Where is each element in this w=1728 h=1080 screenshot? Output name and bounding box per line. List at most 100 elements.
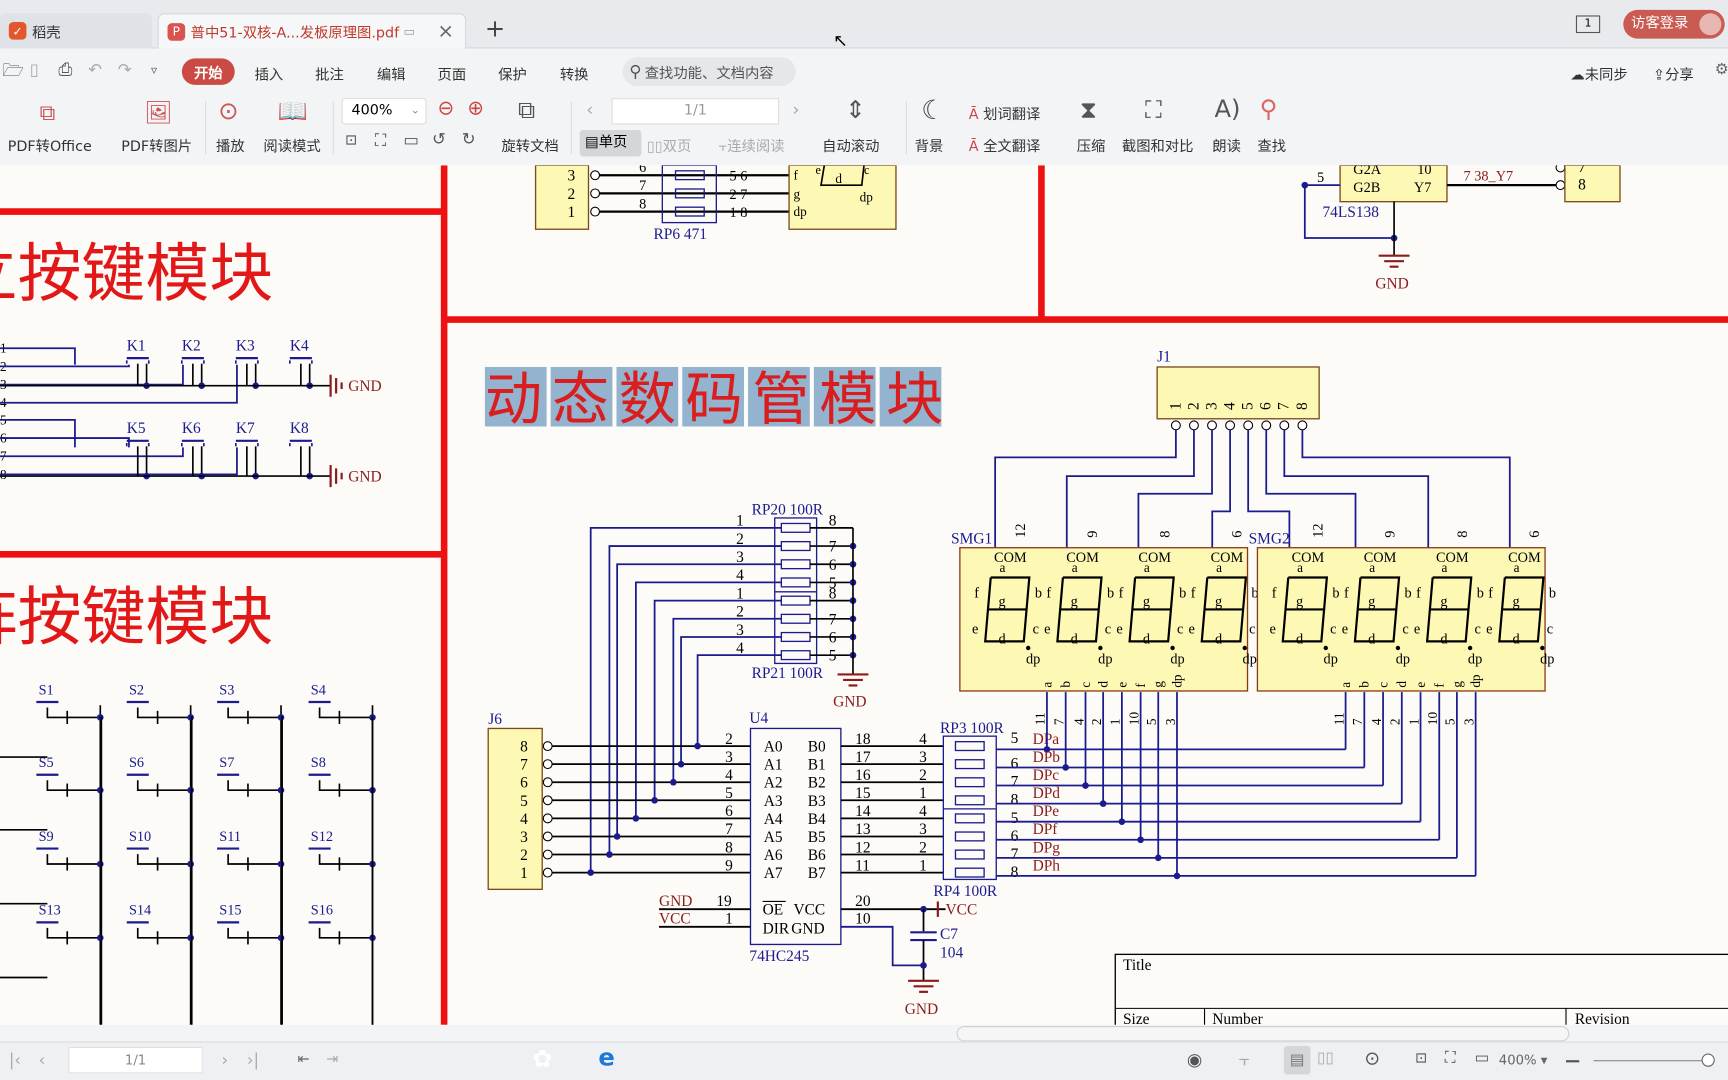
menu-start[interactable]: 开始 (181, 58, 235, 85)
forward-icon[interactable]: ⇥ (326, 1051, 338, 1068)
double-page-icon[interactable]: ▯▯ (1317, 1049, 1334, 1067)
resistor (780, 540, 811, 552)
wire (46, 927, 101, 939)
wire (46, 707, 101, 719)
first-page-icon[interactable]: |‹ (9, 1050, 21, 1070)
new-tab-button[interactable]: + (485, 15, 505, 43)
double-page-button[interactable]: ▯▯双页 (647, 134, 691, 156)
actual-size-icon[interactable]: ⊡ (1415, 1050, 1427, 1067)
single-page-label: 单页 (598, 134, 628, 151)
read-aloud-button[interactable]: 朗读 (1212, 134, 1241, 156)
menu-annotate[interactable]: 批注 (315, 63, 344, 84)
screenshot-compare-button[interactable]: 截图和对比 (1122, 134, 1194, 156)
pdf-to-image-button[interactable]: PDF转图片 (121, 134, 192, 156)
tab-daoke[interactable]: ✓ 稻壳 (0, 13, 153, 49)
zoom-select[interactable]: 400% ⌄ (341, 98, 427, 125)
close-tab-button[interactable]: × (437, 20, 454, 43)
pdf-page-view[interactable]: 独立按键模块矩阵按键模块动态数码管模块365 6272 7181 8RP6 47… (0, 165, 1728, 1025)
compress-button[interactable]: 压缩 (1077, 134, 1106, 156)
label: d (1440, 632, 1447, 648)
pin-number: 7 (829, 539, 837, 556)
ie-browser-icon[interactable]: e (598, 1045, 614, 1073)
pin-icon[interactable]: ▭ (404, 24, 415, 38)
settings-icon[interactable]: ⚙ (1715, 61, 1728, 79)
menu-edit[interactable]: 编辑 (377, 63, 406, 84)
label: d (1368, 632, 1375, 648)
menu-page[interactable]: 页面 (438, 63, 467, 84)
play-button[interactable]: 播放 (216, 134, 245, 156)
print-icon[interactable]: ⎙ (58, 60, 72, 79)
undo-icon[interactable]: ↶ (88, 61, 102, 79)
read-mode-button[interactable]: 阅读模式 (263, 134, 320, 156)
save-icon[interactable]: ▯ (30, 61, 39, 79)
background-button[interactable]: 背景 (915, 134, 944, 156)
redo-icon[interactable]: ↷ (118, 61, 132, 79)
wire (616, 563, 782, 837)
wire (136, 780, 191, 791)
wire (318, 927, 373, 939)
zoom-out-button[interactable] (1565, 1060, 1580, 1063)
rotate-document-button[interactable]: 旋转文档 (501, 134, 558, 156)
pin-number: 2 (1089, 719, 1104, 726)
daoke-logo-icon: ✓ (8, 22, 27, 40)
c7-label: C7 (940, 926, 958, 943)
single-page-button[interactable]: ▤单页 (579, 130, 642, 157)
pin-number: 8 (1011, 864, 1019, 881)
zoom-out-icon[interactable]: ⊖ (438, 99, 455, 119)
next-page-icon[interactable]: › (222, 1050, 229, 1070)
word-translate-button[interactable]: Ā 划词翻译 (969, 102, 1041, 124)
prev-page-icon[interactable]: ‹ (39, 1050, 46, 1070)
pdf-to-office-button[interactable]: PDF转Office (8, 134, 92, 156)
tab-pdf-document[interactable]: P 普中51-双核-A...发板原理图.pdf ▭ × (157, 13, 467, 49)
open-icon[interactable]: 🗁 (2, 61, 24, 80)
rotate-right-icon[interactable]: ↻ (462, 131, 476, 148)
last-page-icon[interactable]: ›| (247, 1050, 259, 1070)
more-dropdown-icon[interactable]: ▿ (151, 64, 157, 76)
auto-scroll-button[interactable]: 自动滚动 (822, 134, 879, 156)
page-number-input[interactable]: 1/1 (611, 98, 780, 125)
continuous-read-button[interactable]: ⫟连续阅读 (719, 134, 785, 156)
resistor (954, 795, 985, 806)
label: b (1107, 585, 1114, 601)
fit-width-icon[interactable]: ▭ (1475, 1049, 1490, 1067)
prev-page-icon[interactable]: ‹ (586, 101, 593, 119)
menu-convert[interactable]: 转换 (560, 63, 589, 84)
status-page-input[interactable]: 1/1 (68, 1046, 203, 1074)
zoom-slider-handle[interactable] (1701, 1053, 1715, 1067)
fit-page-icon[interactable]: ⛶ (375, 132, 387, 149)
menu-protect[interactable]: 保护 (498, 63, 527, 84)
label: d (1296, 632, 1303, 648)
actual-size-icon[interactable]: ⊡ (345, 133, 357, 147)
pin-number: 2 7 (730, 187, 748, 203)
share-button[interactable]: ⇪分享 (1653, 63, 1694, 84)
continuous-icon[interactable]: ⫟ (1239, 1049, 1250, 1071)
label: b (1405, 585, 1412, 601)
full-translate-label: 全文翻译 (983, 138, 1041, 156)
eye-protect-icon[interactable]: ◉ (1187, 1049, 1202, 1070)
search-input[interactable]: ⚲ 查找功能、文档内容 (622, 57, 796, 86)
fit-width-icon[interactable]: ▭ (403, 132, 419, 149)
fit-page-icon[interactable]: ⛶ (1445, 1049, 1456, 1067)
full-translate-button[interactable]: Ā 全文翻译 (969, 134, 1041, 156)
sync-status[interactable]: ☁未同步 (1570, 63, 1627, 84)
play-icon[interactable]: ⊙ (1364, 1048, 1380, 1070)
wire (227, 854, 282, 865)
menu-insert[interactable]: 插入 (255, 63, 284, 84)
taskbar-app-icon[interactable]: ✿ (532, 1046, 552, 1074)
zoom-slider[interactable] (1593, 1060, 1704, 1062)
rotate-left-icon[interactable]: ↺ (432, 131, 446, 148)
find-button[interactable]: 查找 (1257, 134, 1286, 156)
junction-dot (1154, 854, 1162, 862)
resistor (954, 831, 985, 842)
sync-label: 未同步 (1584, 67, 1628, 84)
next-page-icon[interactable]: › (792, 101, 799, 119)
horizontal-scrollbar[interactable] (956, 1025, 1570, 1042)
pin-name: OE (763, 902, 784, 919)
junction-dot (613, 833, 621, 840)
single-page-icon[interactable]: ▤ (1283, 1045, 1311, 1075)
zoom-in-icon[interactable]: ⊕ (467, 99, 484, 119)
zoom-level[interactable]: 400% ▾ (1499, 1052, 1548, 1067)
back-icon[interactable]: ⇤ (298, 1051, 310, 1068)
window-count-badge[interactable]: 1 (1575, 15, 1601, 34)
guest-login-button[interactable]: 访客登录 (1623, 9, 1725, 39)
